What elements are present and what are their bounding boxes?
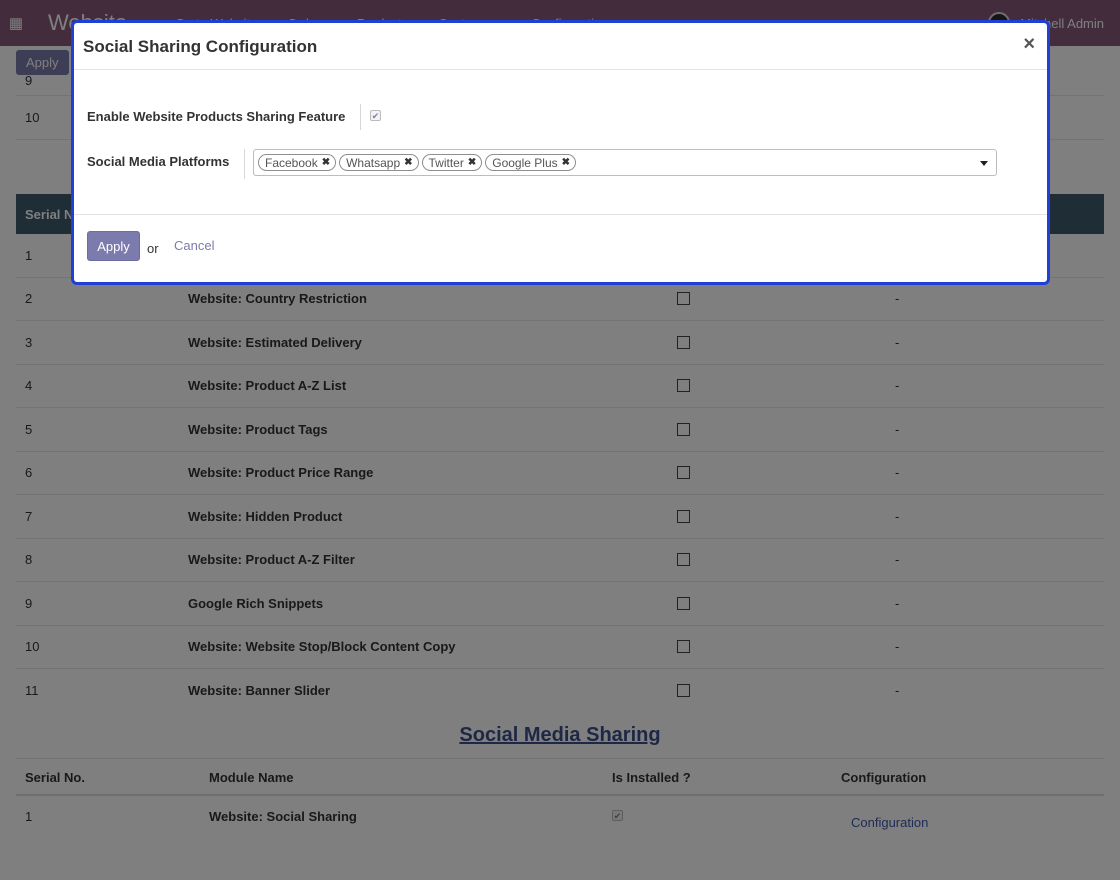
caret-down-icon[interactable] (980, 161, 988, 166)
tag-label: Twitter (428, 155, 464, 170)
platform-tag: Facebook ✖ (258, 154, 337, 171)
platform-tag: Whatsapp ✖ (339, 154, 419, 171)
dialog-body: Enable Website Products Sharing Feature … (74, 70, 1047, 215)
remove-icon[interactable]: ✖ (322, 157, 330, 168)
platforms-label: Social Media Platforms (87, 154, 230, 169)
social-sharing-config-dialog: Social Sharing Configuration × Enable We… (71, 20, 1050, 285)
cancel-button[interactable]: Cancel (174, 238, 214, 253)
field-separator (360, 104, 361, 130)
dialog-footer: Apply or Cancel (74, 215, 1047, 282)
or-text: or (147, 241, 159, 256)
enable-sharing-checkbox[interactable]: ✔ (370, 110, 381, 121)
platforms-select[interactable]: Facebook ✖ Whatsapp ✖ Twitter ✖ Google Plus… (253, 149, 997, 176)
dialog-header: Social Sharing Configuration × (74, 23, 1047, 70)
enable-sharing-label: Enable Website Products Sharing Feature (87, 109, 346, 124)
dialog-title: Social Sharing Configuration (83, 37, 318, 56)
remove-icon[interactable]: ✖ (404, 157, 412, 168)
tag-label: Google Plus (492, 155, 558, 170)
tag-label: Facebook (265, 155, 318, 170)
platform-tag: Google Plus ✖ (485, 154, 577, 171)
field-separator (244, 149, 245, 179)
tag-label: Whatsapp (346, 155, 401, 170)
close-icon[interactable]: × (1023, 33, 1035, 56)
platform-tag: Twitter ✖ (421, 154, 483, 171)
remove-icon[interactable]: ✖ (562, 157, 570, 168)
apply-button[interactable]: Apply (87, 231, 140, 261)
remove-icon[interactable]: ✖ (468, 157, 476, 168)
